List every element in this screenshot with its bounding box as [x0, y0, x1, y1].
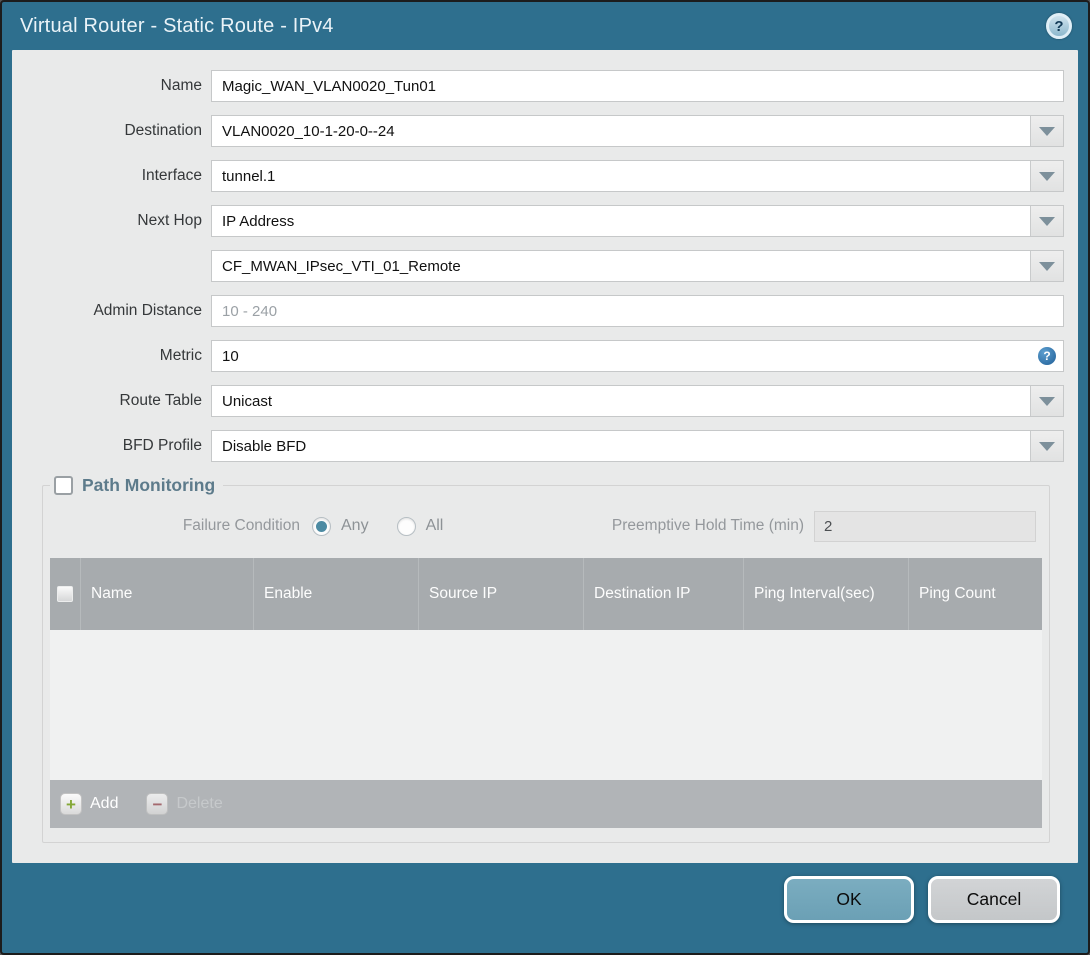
- destination-combobox: [211, 115, 1064, 147]
- radio-all-label: All: [425, 517, 444, 534]
- select-all-checkbox[interactable]: [57, 586, 73, 602]
- next-hop-row: Next Hop: [12, 205, 1064, 237]
- bfd-profile-row: BFD Profile: [12, 430, 1064, 462]
- next-hop-address-combobox: [211, 250, 1064, 282]
- next-hop-input[interactable]: [212, 206, 1030, 236]
- interface-input[interactable]: [212, 161, 1030, 191]
- bfd-profile-input[interactable]: [212, 431, 1030, 461]
- minus-icon: −: [146, 793, 169, 815]
- chevron-down-icon: [1039, 216, 1055, 226]
- cancel-button[interactable]: Cancel: [928, 876, 1060, 923]
- column-header-destination-ip: Destination IP: [583, 558, 743, 630]
- next-hop-dropdown-button[interactable]: [1030, 206, 1063, 236]
- path-monitoring-legend: Path Monitoring: [50, 475, 223, 496]
- plus-icon: +: [60, 793, 82, 815]
- next-hop-address-dropdown-button[interactable]: [1030, 251, 1063, 281]
- failure-condition-all-option: All: [396, 516, 444, 536]
- path-monitoring-title: Path Monitoring: [82, 475, 216, 495]
- failure-condition-row: Failure Condition Any All Preemptive Hol…: [50, 510, 1036, 542]
- interface-combobox: [211, 160, 1064, 192]
- table-header: Name Enable Source IP Destination IP Pin…: [50, 558, 1042, 630]
- preemptive-hold-time-group: Preemptive Hold Time (min): [611, 510, 1036, 542]
- next-hop-address-row: [12, 250, 1064, 282]
- name-row: Name: [12, 70, 1064, 102]
- column-header-source-ip: Source IP: [418, 558, 583, 630]
- route-table-row: Route Table: [12, 385, 1064, 417]
- destination-dropdown-button[interactable]: [1030, 116, 1063, 146]
- path-monitoring-section: Path Monitoring Failure Condition Any Al…: [42, 475, 1050, 843]
- dialog-body: Name Destination Interface: [12, 50, 1078, 863]
- bfd-profile-dropdown-button[interactable]: [1030, 431, 1063, 461]
- interface-dropdown-button[interactable]: [1030, 161, 1063, 191]
- radio-any-label: Any: [341, 517, 369, 534]
- admin-distance-row: Admin Distance: [12, 295, 1064, 327]
- interface-label: Interface: [141, 167, 202, 184]
- column-header-ping-interval: Ping Interval(sec): [743, 558, 908, 630]
- table-body-empty: [50, 630, 1042, 780]
- bfd-profile-combobox: [211, 430, 1064, 462]
- chevron-down-icon: [1039, 126, 1055, 136]
- destination-label: Destination: [124, 122, 202, 139]
- dialog-footer: OK Cancel: [2, 863, 1088, 953]
- ok-button[interactable]: OK: [784, 876, 914, 923]
- metric-row: Metric ?: [12, 340, 1064, 372]
- column-header-ping-count: Ping Count: [908, 558, 1042, 630]
- chevron-down-icon: [1039, 171, 1055, 181]
- table-toolbar: + Add − Delete: [50, 780, 1042, 828]
- path-monitoring-table: Name Enable Source IP Destination IP Pin…: [50, 558, 1042, 828]
- preemptive-hold-time-label: Preemptive Hold Time (min): [611, 517, 804, 534]
- route-table-input[interactable]: [212, 386, 1030, 416]
- metric-label: Metric: [159, 347, 202, 364]
- page-title: Virtual Router - Static Route - IPv4: [20, 14, 334, 37]
- failure-condition-label: Failure Condition: [182, 517, 300, 534]
- delete-button-label: Delete: [176, 795, 223, 812]
- column-header-name: Name: [80, 558, 253, 630]
- static-route-dialog: Virtual Router - Static Route - IPv4 ? N…: [0, 0, 1090, 955]
- help-icon[interactable]: ?: [1046, 13, 1072, 39]
- add-button-label: Add: [90, 795, 119, 812]
- name-label: Name: [160, 77, 202, 94]
- failure-condition-any-option: Any: [312, 516, 369, 536]
- preemptive-hold-time-input[interactable]: [814, 510, 1036, 542]
- name-input[interactable]: [211, 70, 1064, 102]
- admin-distance-input[interactable]: [211, 295, 1064, 327]
- delete-button[interactable]: − Delete: [146, 793, 223, 815]
- radio-all[interactable]: [396, 516, 416, 536]
- next-hop-address-input[interactable]: [212, 251, 1030, 281]
- bfd-profile-label: BFD Profile: [122, 437, 202, 454]
- route-table-dropdown-button[interactable]: [1030, 386, 1063, 416]
- destination-input[interactable]: [212, 116, 1030, 146]
- admin-distance-label: Admin Distance: [93, 302, 202, 319]
- route-table-label: Route Table: [119, 392, 202, 409]
- destination-row: Destination: [12, 115, 1064, 147]
- radio-any[interactable]: [312, 516, 331, 536]
- metric-help-icon: ?: [1038, 347, 1056, 365]
- chevron-down-icon: [1039, 261, 1055, 271]
- next-hop-label: Next Hop: [137, 212, 202, 229]
- path-monitoring-checkbox[interactable]: [54, 476, 73, 495]
- chevron-down-icon: [1039, 441, 1055, 451]
- add-button[interactable]: + Add: [60, 793, 118, 815]
- column-header-enable: Enable: [253, 558, 418, 630]
- title-bar: Virtual Router - Static Route - IPv4 ?: [2, 2, 1088, 50]
- interface-row: Interface: [12, 160, 1064, 192]
- metric-input[interactable]: [211, 340, 1064, 372]
- chevron-down-icon: [1039, 396, 1055, 406]
- next-hop-combobox: [211, 205, 1064, 237]
- route-table-combobox: [211, 385, 1064, 417]
